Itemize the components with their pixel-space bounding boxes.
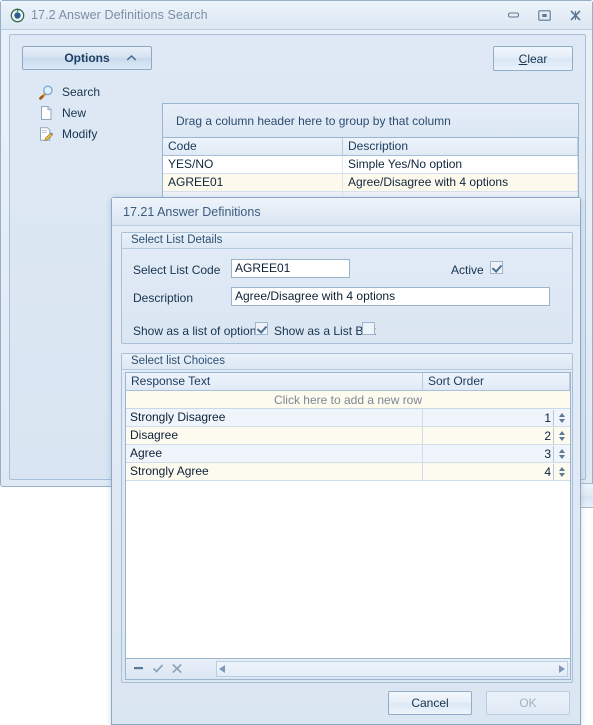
cell-sort-order[interactable]: 4	[423, 463, 570, 480]
show-as-listbox-label: Show as a List Box	[274, 324, 377, 338]
answer-definitions-dialog: 17.21 Answer Definitions Select List Det…	[111, 197, 581, 725]
cancel-button[interactable]: Cancel	[388, 691, 472, 715]
select-list-details-title: Select List Details	[122, 233, 572, 249]
sort-order-stepper[interactable]	[556, 410, 568, 426]
cancel-row-icon[interactable]	[171, 663, 183, 676]
cell-sort-order[interactable]: 1	[423, 409, 570, 426]
window-controls	[505, 7, 584, 23]
table-row[interactable]: AGREE01 Agree/Disagree with 4 options	[163, 174, 578, 192]
add-new-row[interactable]: Click here to add a new row	[126, 391, 570, 409]
restore-icon[interactable]	[536, 7, 553, 23]
show-as-listbox-checkbox[interactable]	[362, 322, 375, 335]
table-row[interactable]: YES/NO Simple Yes/No option	[163, 156, 578, 174]
sort-order-stepper[interactable]	[556, 464, 568, 480]
table-row[interactable]: Strongly Disagree 1	[126, 409, 570, 427]
ok-button[interactable]: OK	[486, 691, 570, 715]
cell-sort-order[interactable]: 2	[423, 427, 570, 444]
scroll-left-icon[interactable]	[219, 665, 225, 673]
choices-grid-header: Response Text Sort Order	[126, 373, 570, 391]
results-grid-header: Code Description	[163, 138, 578, 156]
delete-row-icon[interactable]	[133, 663, 145, 675]
options-item-modify[interactable]: Modify	[38, 123, 158, 144]
group-by-hint: Drag a column header here to group by th…	[176, 113, 451, 128]
sort-order-value: 3	[544, 445, 554, 462]
sort-order-value: 2	[544, 427, 554, 444]
choices-grid-footer	[125, 658, 571, 680]
app-icon	[10, 8, 25, 23]
column-header-description[interactable]: Description	[343, 138, 578, 155]
options-item-list: Search New Modify	[38, 81, 158, 144]
dialog-titlebar[interactable]: 17.21 Answer Definitions	[112, 198, 580, 226]
cell-response-text: Agree	[126, 445, 423, 462]
window-titlebar[interactable]: 17.2 Answer Definitions Search	[1, 1, 592, 30]
sort-order-stepper[interactable]	[556, 446, 568, 462]
confirm-row-icon[interactable]	[152, 663, 164, 676]
cell-code: AGREE01	[163, 174, 343, 191]
select-list-code-input[interactable]: AGREE01	[231, 259, 350, 278]
dialog-title: 17.21 Answer Definitions	[123, 204, 261, 219]
add-new-row-hint: Click here to add a new row	[273, 392, 423, 407]
select-list-details-group: Select List Details Select List Code AGR…	[121, 232, 573, 344]
column-header-code[interactable]: Code	[163, 138, 343, 155]
dialog-footer: Cancel OK	[112, 682, 580, 724]
cell-description: Agree/Disagree with 4 options	[343, 174, 578, 191]
clear-button[interactable]: Clear	[493, 46, 573, 71]
clear-button-label: Clear	[518, 51, 548, 66]
sort-order-value: 4	[544, 463, 554, 480]
cell-description: Simple Yes/No option	[343, 156, 578, 173]
column-header-response-text[interactable]: Response Text	[126, 373, 423, 390]
select-list-code-label: Select List Code	[133, 263, 221, 277]
options-item-new-label: New	[62, 105, 87, 120]
show-as-list-label: Show as a list of options	[133, 324, 263, 338]
choices-grid: Response Text Sort Order Click here to a…	[125, 372, 571, 680]
minimize-icon[interactable]	[505, 7, 522, 23]
cell-response-text: Strongly Disagree	[126, 409, 423, 426]
magnifier-icon	[38, 84, 54, 100]
page-icon	[38, 105, 54, 121]
description-input[interactable]: Agree/Disagree with 4 options	[231, 287, 550, 306]
pencil-page-icon	[38, 126, 54, 142]
options-item-modify-label: Modify	[62, 126, 98, 141]
show-as-list-checkbox[interactable]	[255, 322, 268, 335]
options-item-new[interactable]: New	[38, 102, 158, 123]
options-panel-header[interactable]: Options	[22, 46, 152, 70]
table-row[interactable]: Disagree 2	[126, 427, 570, 445]
horizontal-scrollbar[interactable]	[216, 661, 568, 677]
record-nav-icons	[126, 663, 216, 676]
cell-response-text: Strongly Agree	[126, 463, 423, 480]
description-label: Description	[133, 291, 194, 305]
window-title: 17.2 Answer Definitions Search	[31, 8, 208, 22]
cell-code: YES/NO	[163, 156, 343, 173]
select-list-choices-group: Select list Choices Response Text Sort O…	[121, 353, 573, 683]
sort-order-stepper[interactable]	[556, 428, 568, 444]
table-row[interactable]: Agree 3	[126, 445, 570, 463]
active-label: Active	[451, 263, 484, 277]
sort-order-value: 1	[544, 409, 554, 426]
options-item-search[interactable]: Search	[38, 81, 158, 102]
active-checkbox[interactable]	[490, 261, 503, 274]
close-icon[interactable]	[567, 7, 584, 23]
chevron-up-icon[interactable]	[126, 54, 137, 64]
cell-response-text: Disagree	[126, 427, 423, 444]
options-label: Options	[64, 51, 110, 65]
table-row[interactable]: Strongly Agree 4	[126, 463, 570, 481]
select-list-choices-title: Select list Choices	[122, 354, 572, 370]
group-by-dropzone[interactable]: Drag a column header here to group by th…	[163, 104, 578, 138]
cell-sort-order[interactable]: 3	[423, 445, 570, 462]
screen: 17.2 Answer Definitions Search Options C…	[0, 0, 593, 725]
options-item-search-label: Search	[62, 84, 101, 99]
scroll-right-icon[interactable]	[559, 665, 565, 673]
column-header-sort-order[interactable]: Sort Order	[423, 373, 570, 390]
